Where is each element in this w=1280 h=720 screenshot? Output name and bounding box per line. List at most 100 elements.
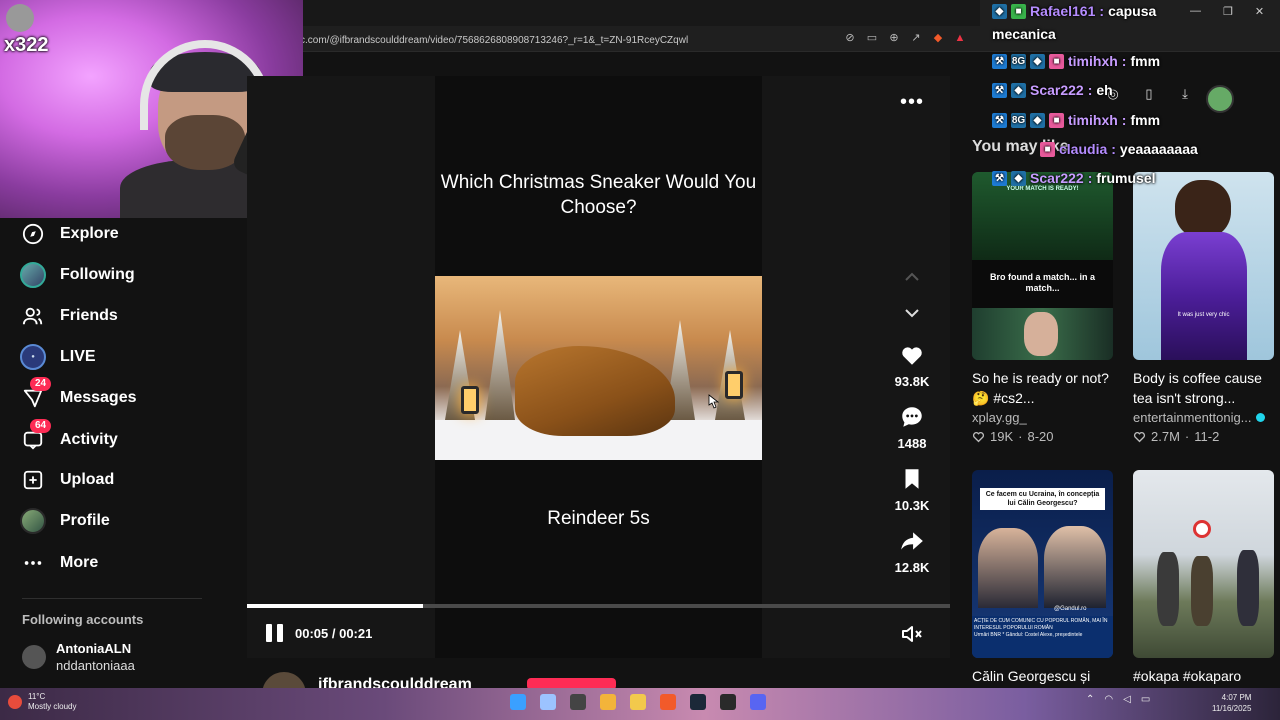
thumb-text: Bro found a match... in a match...	[989, 272, 1095, 293]
rewards-icon[interactable]: ▲	[954, 32, 966, 44]
like-button[interactable]: 93.8K	[885, 342, 939, 389]
profile-avatar[interactable]	[1206, 85, 1234, 113]
chat-username: claudia	[1059, 141, 1108, 157]
chat-colon: :	[1111, 141, 1116, 157]
thumb-outfit	[1161, 232, 1247, 360]
video-time: 00:05 / 00:21	[295, 626, 373, 641]
brave-icon[interactable]	[660, 694, 676, 710]
folder-icon[interactable]	[630, 694, 646, 710]
minimize-icon[interactable]: —	[1190, 5, 1201, 18]
video-card-creator[interactable]: entertainmenttonig...	[1133, 410, 1274, 425]
subscriber-badge-icon: 8G	[1011, 112, 1026, 128]
app-icon[interactable]	[720, 694, 736, 710]
video-card-title[interactable]: Călin Georgescu și	[972, 666, 1113, 686]
chevron-up-icon[interactable]	[902, 268, 922, 286]
app-icon[interactable]	[570, 694, 586, 710]
comment-icon	[902, 407, 922, 427]
mouse-cursor-icon	[708, 394, 719, 409]
chat-username: Scar222	[1030, 82, 1084, 98]
sidebar-item-activity[interactable]: 64 Activity	[20, 419, 118, 456]
sidebar-item-upload[interactable]: Upload	[20, 464, 114, 496]
chevron-down-icon[interactable]	[902, 304, 922, 322]
moderator-badge-icon: ⚒	[992, 53, 1007, 69]
save-button[interactable]: 10.3K	[885, 466, 939, 513]
thumb-road-sign	[1193, 520, 1211, 538]
video-progress-bar[interactable]	[247, 604, 950, 608]
video-card-title[interactable]: #okapa #okaparo	[1133, 666, 1274, 686]
video-card-title[interactable]: So he is ready or not?🤔 #cs2...	[972, 368, 1113, 408]
following-account-item[interactable]: AntoniaALN nddantoniaaa	[22, 640, 135, 674]
lantern	[461, 386, 479, 414]
chat-username: timihxh	[1068, 53, 1118, 69]
sidebar-item-more[interactable]: More	[20, 547, 98, 579]
chevron-up-icon[interactable]: ⌃	[1086, 694, 1094, 705]
sidebar-item-live[interactable]: ● LIVE	[20, 341, 96, 373]
taskbar-clock[interactable]: 4:07 PM 11/16/2025	[1212, 692, 1251, 714]
download-icon[interactable]: ⤓	[1177, 86, 1193, 102]
friends-icon	[20, 303, 46, 329]
share-button[interactable]: 12.8K	[885, 528, 939, 575]
pause-button[interactable]	[266, 624, 286, 644]
video-card[interactable]: It was just very chic Body is coffee cau…	[1133, 172, 1274, 444]
sidebar-item-messages[interactable]: 24 Messages	[20, 377, 137, 414]
chrome-icon[interactable]	[600, 694, 616, 710]
volume-icon[interactable]	[900, 624, 924, 644]
post-date: 11-2	[1194, 429, 1220, 444]
gift-badge-icon: ■	[1049, 112, 1064, 128]
sidebar-divider	[22, 598, 202, 599]
video-thumbnail[interactable]: Ce facem cu Ucraina, în concepția lui Că…	[972, 470, 1113, 658]
share-count: 12.8K	[894, 560, 930, 575]
maximize-icon[interactable]: ❐	[1223, 5, 1233, 18]
video-card[interactable]: YOUR MATCH IS READY! Bro found a match..…	[972, 172, 1113, 444]
video-card-title[interactable]: Body is coffee cause tea isn't strong...	[1133, 368, 1274, 408]
live-icon: ●	[20, 344, 46, 370]
speaker-icon[interactable]: ◁	[1123, 694, 1131, 705]
thumb-person	[1157, 552, 1179, 626]
thumb-text: It was just very chic	[1177, 312, 1230, 318]
chat-message: ■ claudia: yeaaaaaaaa	[1040, 141, 1198, 157]
video-card[interactable]: Ce facem cu Ucraina, în concepția lui Că…	[972, 470, 1113, 686]
chat-colon: :	[1087, 170, 1093, 186]
network-icon[interactable]: ◠	[1104, 694, 1113, 705]
tree-shape	[485, 310, 515, 420]
more-options-button[interactable]: •••	[898, 90, 926, 114]
screen-icon[interactable]: ▭	[866, 32, 878, 44]
app-icon[interactable]	[540, 694, 556, 710]
comment-button[interactable]: 1488	[885, 404, 939, 451]
chat-text: fmm	[1130, 112, 1161, 128]
sidebar-item-profile[interactable]: Profile	[20, 505, 110, 537]
close-icon[interactable]: ✕	[1255, 5, 1264, 18]
pause-bar	[266, 624, 272, 642]
sidebar-item-explore[interactable]: Explore	[20, 218, 119, 250]
more-icon	[20, 550, 46, 576]
thumb-face	[1024, 312, 1058, 356]
discord-icon[interactable]	[750, 694, 766, 710]
windows-start-icon[interactable]	[510, 694, 526, 710]
sidebar-item-label: Following	[60, 266, 135, 283]
video-thumbnail[interactable]: It was just very chic	[1133, 172, 1274, 360]
activity-icon: 64	[20, 419, 52, 453]
reader-icon[interactable]: ⊘	[844, 32, 856, 44]
device-icon[interactable]: ▯	[1141, 86, 1157, 102]
zoom-icon[interactable]: ⊕	[888, 32, 900, 44]
steam-icon[interactable]	[690, 694, 706, 710]
video-card[interactable]: #okapa #okaparo	[1133, 470, 1274, 686]
video-card-creator[interactable]: xplay.gg_	[972, 410, 1113, 425]
taskbar-apps	[510, 694, 766, 710]
battery-icon[interactable]: ▭	[1141, 694, 1150, 705]
sidebar-item-label: More	[60, 554, 99, 571]
thumb-head	[1175, 180, 1231, 238]
clock-time: 4:07 PM	[1221, 693, 1252, 702]
video-thumbnail[interactable]	[1133, 470, 1274, 658]
video-card-meta: 19K · 8-20	[972, 429, 1113, 444]
sidebar-item-friends[interactable]: Friends	[20, 300, 118, 332]
address-bar[interactable]: c.com/@ifbrandscoulddream/video/75686268…	[300, 30, 980, 50]
brave-shield-icon[interactable]: ◆	[932, 32, 944, 44]
sidebar-item-following[interactable]: Following	[20, 259, 135, 291]
share-icon[interactable]: ↗	[910, 32, 922, 44]
messages-badge: 24	[30, 377, 52, 391]
weather-widget[interactable]: 11°C Mostly cloudy	[8, 692, 76, 712]
url-text[interactable]: c.com/@ifbrandscoulddream/video/75686268…	[300, 35, 688, 46]
video-thumbnail[interactable]: YOUR MATCH IS READY! Bro found a match..…	[972, 172, 1113, 360]
share-arrow-icon	[901, 532, 923, 550]
